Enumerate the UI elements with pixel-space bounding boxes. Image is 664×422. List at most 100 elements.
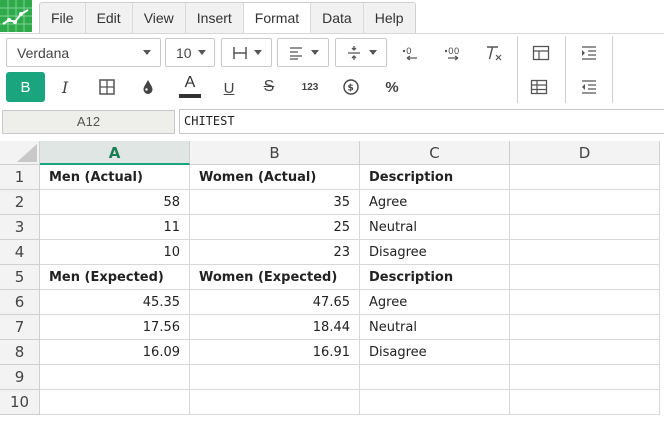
cell-a1[interactable]: Men (Actual)	[40, 165, 190, 190]
menu-insert[interactable]: Insert	[186, 3, 244, 33]
svg-text:00: 00	[448, 47, 460, 57]
cell-reference-box[interactable]: A12	[2, 110, 175, 134]
cell-c9[interactable]	[360, 365, 510, 390]
cell-a7[interactable]: 17.56	[40, 315, 190, 340]
cell-c1[interactable]: Description	[360, 165, 510, 190]
row-header-9[interactable]: 9	[0, 365, 40, 390]
cell-d7[interactable]	[510, 315, 660, 340]
cell-c6[interactable]: Agree	[360, 290, 510, 315]
cell-b10[interactable]	[190, 390, 360, 415]
cell-b7[interactable]: 18.44	[190, 315, 360, 340]
cell-c8[interactable]: Disagree	[360, 340, 510, 365]
table-format-button[interactable]	[525, 73, 553, 101]
cell-c3[interactable]: Neutral	[360, 215, 510, 240]
cell-d3[interactable]	[510, 215, 660, 240]
cell-c5[interactable]: Description	[360, 265, 510, 290]
menu-list: File Edit View Insert Format Data Help	[39, 2, 416, 33]
merge-cells-button[interactable]	[527, 39, 555, 67]
cell-b8[interactable]: 16.91	[190, 340, 360, 365]
row-header-3[interactable]: 3	[0, 215, 40, 240]
fill-color-button[interactable]	[134, 73, 162, 101]
percent-label: %	[385, 78, 399, 96]
cell-d8[interactable]	[510, 340, 660, 365]
cell-b6[interactable]: 47.65	[190, 290, 360, 315]
cell-a8[interactable]: 16.09	[40, 340, 190, 365]
vertical-align-select[interactable]	[335, 38, 387, 67]
cell-d5[interactable]	[510, 265, 660, 290]
cell-d2[interactable]	[510, 190, 660, 215]
row-header-10[interactable]: 10	[0, 390, 40, 415]
font-family-value: Verdana	[17, 44, 70, 61]
cell-c10[interactable]	[360, 390, 510, 415]
menu-help[interactable]: Help	[364, 3, 415, 33]
bold-button[interactable]: B	[6, 72, 45, 102]
format-toolbar: Verdana 10 0 00 B I A U S 123 $ %	[0, 33, 664, 105]
cell-a6[interactable]: 45.35	[40, 290, 190, 315]
cell-d4[interactable]	[510, 240, 660, 265]
row-header-1[interactable]: 1	[0, 165, 40, 190]
row-header-4[interactable]: 4	[0, 240, 40, 265]
text-color-label: A	[184, 74, 196, 91]
font-family-select[interactable]: Verdana	[6, 38, 161, 67]
toolbar-separator	[565, 36, 566, 103]
cell-c7[interactable]: Neutral	[360, 315, 510, 340]
column-header-b[interactable]: B	[190, 141, 360, 165]
percent-format-button[interactable]: %	[378, 73, 406, 101]
cell-a10[interactable]	[40, 390, 190, 415]
decrease-decimal-button[interactable]: 0	[397, 39, 425, 67]
column-header-c[interactable]: C	[360, 141, 510, 165]
cell-a3[interactable]: 11	[40, 215, 190, 240]
number-format-button[interactable]: 123	[296, 73, 324, 101]
indent-decrease-icon	[582, 80, 596, 94]
borders-select[interactable]	[221, 38, 272, 67]
column-header-a[interactable]: A	[40, 141, 190, 165]
row-header-5[interactable]: 5	[0, 265, 40, 290]
cell-d6[interactable]	[510, 290, 660, 315]
menu-data[interactable]: Data	[311, 3, 364, 33]
strikethrough-button[interactable]: S	[255, 73, 283, 101]
row-header-6[interactable]: 6	[0, 290, 40, 315]
cell-a2[interactable]: 58	[40, 190, 190, 215]
text-color-button[interactable]: A	[176, 71, 204, 101]
chevron-down-icon	[369, 50, 377, 55]
cell-b9[interactable]	[190, 365, 360, 390]
cell-b4[interactable]: 23	[190, 240, 360, 265]
cell-b5[interactable]: Women (Expected)	[190, 265, 360, 290]
select-all-corner[interactable]	[0, 141, 40, 165]
app-logo-icon	[0, 0, 32, 32]
currency-format-button[interactable]: $	[337, 73, 365, 101]
cell-b1[interactable]: Women (Actual)	[190, 165, 360, 190]
cell-d1[interactable]	[510, 165, 660, 190]
row-header-7[interactable]: 7	[0, 315, 40, 340]
column-header-d[interactable]: D	[510, 141, 660, 165]
fill-color-icon	[143, 80, 153, 94]
italic-button[interactable]: I	[51, 73, 79, 101]
cell-d10[interactable]	[510, 390, 660, 415]
cell-a4[interactable]: 10	[40, 240, 190, 265]
menu-edit[interactable]: Edit	[86, 3, 133, 33]
increase-decimal-button[interactable]: 00	[439, 39, 467, 67]
increase-indent-button[interactable]	[575, 39, 603, 67]
formula-input[interactable]: CHITEST	[179, 109, 664, 134]
toolbar-separator	[612, 36, 613, 103]
cell-b3[interactable]: 25	[190, 215, 360, 240]
cell-a9[interactable]	[40, 365, 190, 390]
cell-c2[interactable]: Agree	[360, 190, 510, 215]
menu-view[interactable]: View	[133, 3, 186, 33]
row-header-8[interactable]: 8	[0, 340, 40, 365]
underline-button[interactable]: U	[215, 74, 243, 102]
cell-a5[interactable]: Men (Expected)	[40, 265, 190, 290]
strikethrough-label: S	[263, 78, 275, 95]
decrease-indent-button[interactable]	[575, 73, 603, 101]
menu-file[interactable]: File	[40, 3, 86, 33]
font-size-select[interactable]: 10	[165, 38, 215, 67]
row-header-2[interactable]: 2	[0, 190, 40, 215]
menu-format[interactable]: Format	[243, 3, 312, 33]
cell-d9[interactable]	[510, 365, 660, 390]
cell-b2[interactable]: 35	[190, 190, 360, 215]
clear-formatting-button[interactable]	[480, 39, 508, 67]
cell-c4[interactable]: Disagree	[360, 240, 510, 265]
borders-button[interactable]	[93, 73, 121, 101]
horizontal-align-select[interactable]	[277, 38, 329, 67]
svg-text:$: $	[348, 84, 354, 94]
